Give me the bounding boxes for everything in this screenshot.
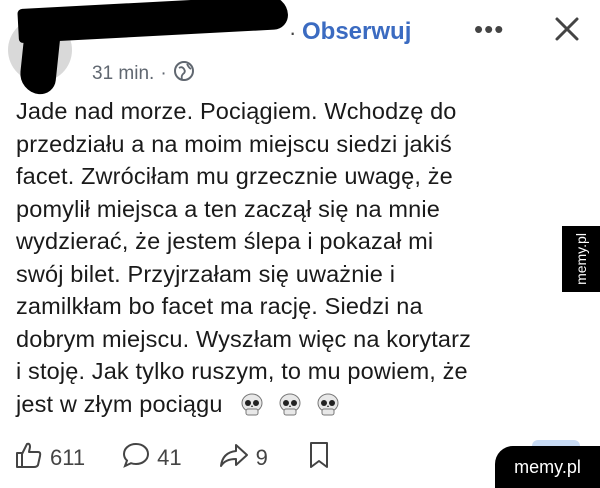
post-meta: 31 min. · bbox=[92, 60, 195, 88]
follow-button[interactable]: Obserwuj bbox=[302, 18, 411, 46]
watermark-corner: memy.pl bbox=[495, 446, 600, 488]
post-line: dobrym miejscu. Wyszłam więc na korytarz bbox=[16, 325, 472, 352]
post-line: swój bilet. Przyjrzałam się uważnie i bbox=[16, 260, 396, 287]
post-line: pomylił miejsca a ten zaczął się na mnie bbox=[16, 195, 440, 222]
comment-icon bbox=[121, 440, 151, 476]
thumbs-up-icon bbox=[14, 440, 44, 476]
separator-dot: · bbox=[289, 20, 297, 45]
comment-count: 41 bbox=[157, 445, 182, 470]
post-time[interactable]: 31 min. bbox=[92, 63, 154, 85]
action-bar: 611 41 9 bbox=[14, 438, 332, 478]
emoji-group bbox=[239, 392, 341, 418]
redaction-scribble bbox=[18, 20, 62, 96]
share-count: 9 bbox=[255, 445, 268, 470]
separator-dot: · bbox=[160, 63, 167, 84]
post-line: facet. Zwróciłam mu grzecznie uwagę, że bbox=[16, 163, 453, 189]
like-button[interactable]: 611 bbox=[14, 440, 85, 476]
comment-button[interactable]: 41 bbox=[121, 440, 182, 476]
post-line: wydzierać, że jestem ślepa i pokazał mi bbox=[16, 228, 434, 254]
skull-icon bbox=[279, 393, 301, 416]
post-line: i stoję. Jak tylko ruszym, to mu powiem,… bbox=[16, 358, 468, 384]
globe-icon bbox=[173, 60, 195, 88]
post-text: Jade nad morze. Pociągiem. Wchodzę do pr… bbox=[16, 95, 576, 420]
share-button[interactable]: 9 bbox=[218, 440, 268, 476]
facebook-post: · Obserwuj ••• 31 min. · Jade nad morze.… bbox=[0, 0, 600, 488]
skull-icon bbox=[317, 393, 339, 416]
like-count: 611 bbox=[50, 445, 86, 470]
post-line-last: jest w złym pociągu bbox=[16, 388, 576, 421]
save-button[interactable] bbox=[306, 440, 332, 476]
post-line: Jade nad morze. Pociągiem. Wchodzę do bbox=[16, 98, 457, 124]
watermark-side: memy.pl bbox=[562, 226, 600, 292]
watermark-text: memy.pl bbox=[573, 233, 590, 285]
watermark-text: memy.pl bbox=[514, 456, 581, 477]
share-icon bbox=[218, 440, 250, 476]
close-icon[interactable] bbox=[552, 14, 582, 49]
bookmark-icon bbox=[306, 440, 332, 476]
more-dots-icon[interactable]: ••• bbox=[474, 14, 504, 45]
skull-icon bbox=[241, 393, 263, 416]
post-line: zamilkłam bo facet ma rację. Siedzi na bbox=[16, 293, 423, 319]
post-line: jest w złym pociągu bbox=[16, 390, 223, 417]
post-line: przedziału a na moim miejscu siedzi jaki… bbox=[16, 130, 452, 157]
